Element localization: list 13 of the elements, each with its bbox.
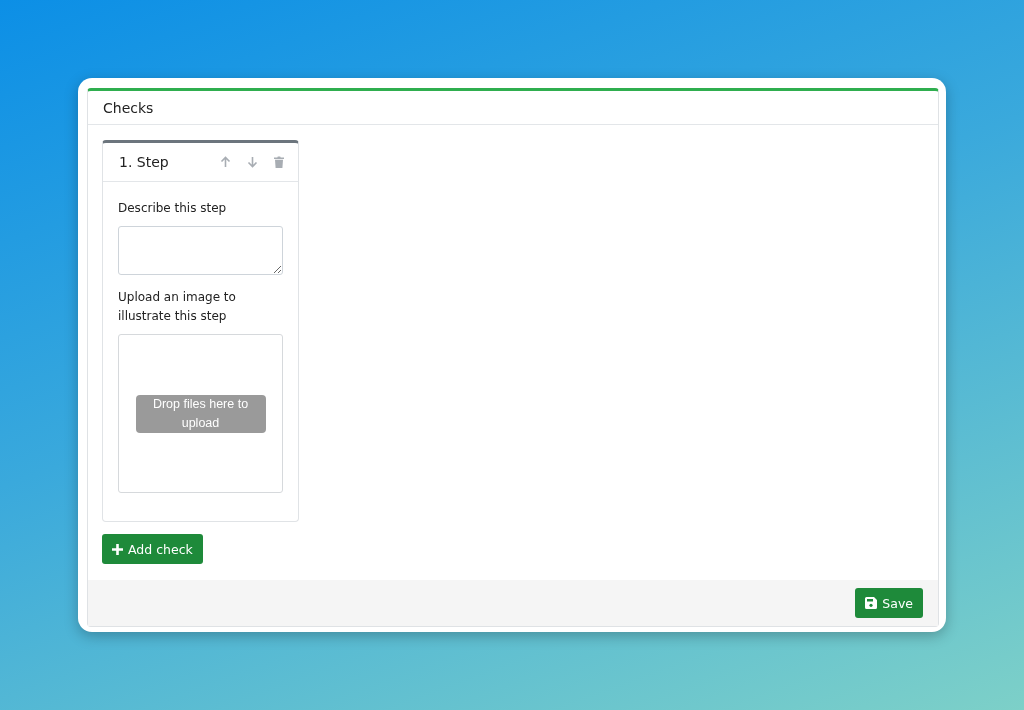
- move-down-icon[interactable]: [247, 156, 258, 169]
- plus-icon: [112, 543, 123, 555]
- save-button[interactable]: Save: [855, 588, 923, 619]
- dropzone[interactable]: Drop files here to upload: [118, 334, 283, 494]
- delete-icon[interactable]: [274, 156, 284, 169]
- field-label: Upload an image to illustrate this step: [118, 289, 237, 326]
- step-title: 1. Step: [119, 154, 169, 171]
- drop-message: Drop files here to upload: [135, 394, 266, 433]
- panel-title: Checks: [103, 99, 154, 116]
- add-check-button[interactable]: Add check: [102, 534, 203, 565]
- field-label: Describe this step: [118, 200, 228, 218]
- description-field[interactable]: [118, 226, 283, 276]
- move-up-icon[interactable]: [220, 156, 231, 169]
